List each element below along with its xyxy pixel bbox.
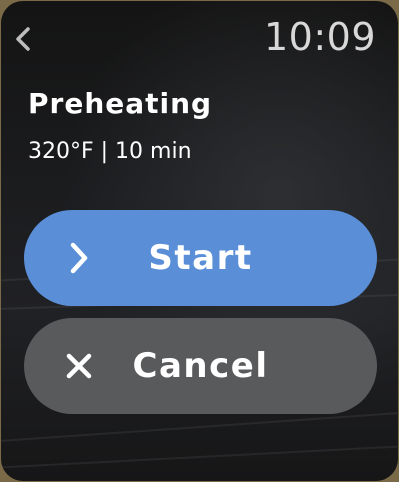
cancel-button-label: Cancel bbox=[132, 346, 269, 386]
background-oven-rack bbox=[1, 445, 398, 469]
status-time: 10:09 bbox=[263, 15, 376, 59]
watch-frame: 10:09 Preheating 320°F | 10 min Start Ca… bbox=[0, 0, 399, 482]
temperature-duration-label: 320°F | 10 min bbox=[28, 139, 192, 164]
cancel-button[interactable]: Cancel bbox=[24, 318, 377, 414]
start-button-label: Start bbox=[148, 238, 253, 278]
start-button[interactable]: Start bbox=[24, 210, 377, 306]
back-button[interactable] bbox=[9, 19, 37, 59]
background-oven-rack bbox=[1, 412, 398, 442]
watch-screen: 10:09 Preheating 320°F | 10 min Start Ca… bbox=[1, 1, 398, 481]
page-title: Preheating bbox=[28, 87, 213, 120]
chevron-left-icon bbox=[16, 27, 30, 51]
